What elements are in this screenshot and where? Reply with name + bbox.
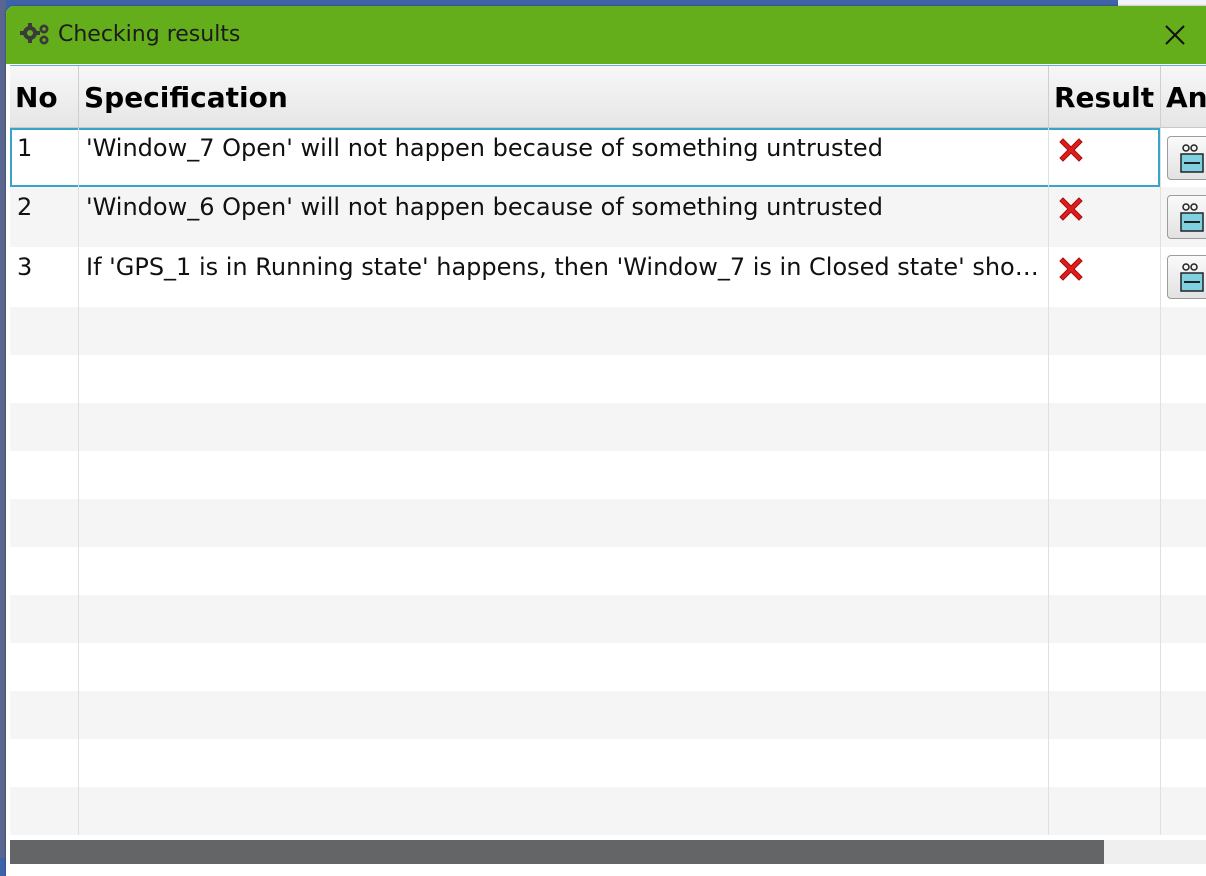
checking-results-window: Checking results No Specification Result… <box>6 6 1206 876</box>
empty-cell <box>1049 451 1161 499</box>
empty-cell <box>79 739 1049 787</box>
analysis-icon <box>1180 263 1204 292</box>
empty-cell <box>79 691 1049 739</box>
empty-cell <box>79 355 1049 403</box>
analysis-cell <box>1161 247 1206 307</box>
specification-cell: 'Window_7 Open' will not happen because … <box>79 128 1049 187</box>
empty-cell <box>79 403 1049 451</box>
analysis-icon <box>1180 203 1204 232</box>
column-header-no[interactable]: No <box>10 66 79 127</box>
empty-cell <box>10 499 79 547</box>
empty-cell <box>1049 547 1161 595</box>
analysis-icon <box>1180 144 1204 173</box>
empty-row <box>10 787 1206 835</box>
empty-cell <box>10 787 79 835</box>
result-cell <box>1049 128 1161 187</box>
specification-cell: If 'GPS_1 is in Running state' happens, … <box>79 247 1049 307</box>
empty-cell <box>1049 787 1161 835</box>
column-header-analysis[interactable]: An <box>1161 66 1206 127</box>
empty-cell <box>1049 643 1161 691</box>
analysis-button[interactable] <box>1167 255 1206 299</box>
empty-cell <box>79 643 1049 691</box>
row-number: 3 <box>10 247 79 307</box>
empty-cell <box>10 595 79 643</box>
empty-cell <box>1049 595 1161 643</box>
empty-cell <box>10 691 79 739</box>
fail-x-icon <box>1059 138 1083 162</box>
empty-row <box>10 499 1206 547</box>
empty-cell <box>79 595 1049 643</box>
empty-cell <box>10 355 79 403</box>
table-row[interactable]: 3 If 'GPS_1 is in Running state' happens… <box>10 247 1206 307</box>
empty-cell <box>79 451 1049 499</box>
empty-cell <box>10 307 79 355</box>
empty-row <box>10 307 1206 355</box>
window-title: Checking results <box>58 22 241 47</box>
fail-x-icon <box>1059 197 1083 221</box>
empty-cell <box>10 739 79 787</box>
gears-icon <box>20 23 49 45</box>
analysis-button[interactable] <box>1167 136 1206 180</box>
horizontal-scrollbar-track[interactable] <box>1104 840 1206 864</box>
empty-cell <box>79 307 1049 355</box>
empty-cell <box>10 547 79 595</box>
analysis-cell <box>1161 128 1206 187</box>
empty-row <box>10 739 1206 787</box>
empty-cell <box>1049 403 1161 451</box>
empty-cell <box>10 643 79 691</box>
analysis-button[interactable] <box>1167 195 1206 239</box>
horizontal-scrollbar-thumb[interactable] <box>10 840 1104 864</box>
empty-cell <box>1049 691 1161 739</box>
table-row[interactable]: 1 'Window_7 Open' will not happen becaus… <box>10 128 1206 187</box>
close-icon[interactable] <box>1160 20 1190 50</box>
empty-row <box>10 643 1206 691</box>
empty-cell <box>10 451 79 499</box>
empty-row <box>10 451 1206 499</box>
title-bar[interactable]: Checking results <box>6 6 1206 64</box>
empty-cell <box>1049 739 1161 787</box>
column-header-result[interactable]: Result <box>1049 66 1161 127</box>
empty-row <box>10 691 1206 739</box>
row-number: 1 <box>10 128 79 187</box>
analysis-cell <box>1161 187 1206 247</box>
empty-cell <box>10 403 79 451</box>
empty-cell <box>1049 307 1161 355</box>
specification-cell: 'Window_6 Open' will not happen because … <box>79 187 1049 247</box>
empty-cell <box>79 547 1049 595</box>
results-table: No Specification Result An 1 'Window_7 O… <box>10 65 1206 876</box>
empty-row <box>10 355 1206 403</box>
row-number: 2 <box>10 187 79 247</box>
empty-row <box>10 403 1206 451</box>
table-header: No Specification Result An <box>10 66 1206 128</box>
empty-cell <box>1049 355 1161 403</box>
column-header-specification[interactable]: Specification <box>79 66 1049 127</box>
empty-cell <box>79 787 1049 835</box>
empty-row <box>10 595 1206 643</box>
empty-row <box>10 547 1206 595</box>
empty-cell <box>1049 499 1161 547</box>
result-cell <box>1049 187 1161 247</box>
empty-cell <box>79 499 1049 547</box>
fail-x-icon <box>1059 257 1083 281</box>
result-cell <box>1049 247 1161 307</box>
table-row[interactable]: 2 'Window_6 Open' will not happen becaus… <box>10 187 1206 247</box>
